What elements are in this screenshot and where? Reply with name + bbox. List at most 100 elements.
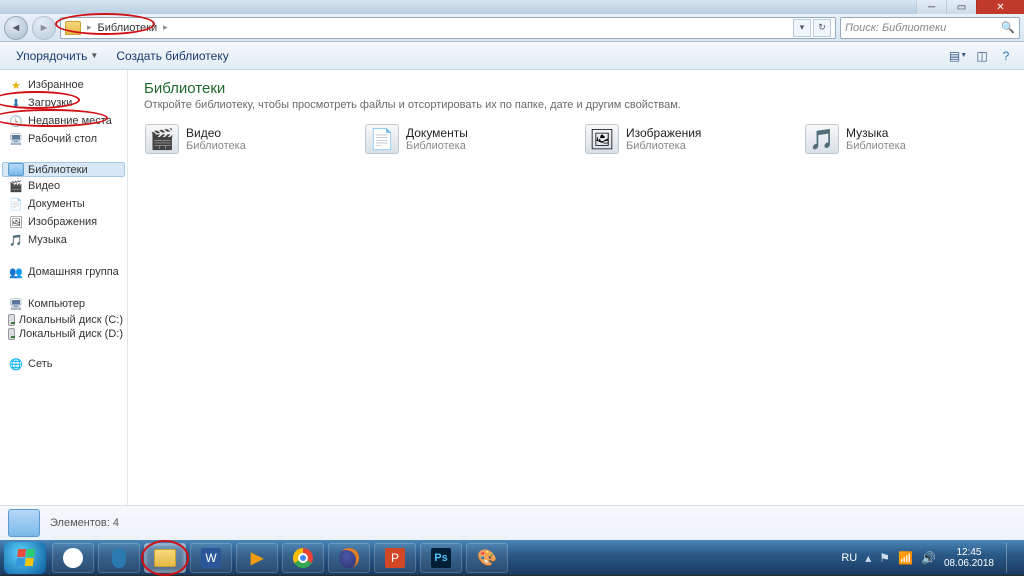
paint-icon: 🎨 (477, 548, 497, 568)
star-icon: ★ (8, 77, 24, 93)
sidebar-homegroup[interactable]: 👥Домашняя группа (2, 263, 125, 281)
library-icon: 📄 (364, 121, 400, 157)
downloads-label: Загрузки (28, 97, 72, 109)
taskbar-app-word[interactable]: W (190, 543, 232, 573)
desktop-icon: 🖥 (8, 131, 24, 147)
tray-network-icon[interactable]: 📶 (898, 551, 913, 565)
sidebar-favorites[interactable]: ★Избранное (2, 76, 125, 94)
sidebar-recent[interactable]: 🕓Недавние места (2, 112, 125, 130)
firefox-icon (339, 548, 359, 568)
status-bar: Элементов: 4 (0, 505, 1024, 540)
disk-c-label: Локальный диск (C:) (19, 314, 123, 326)
taskbar: W ▶ P Ps 🎨 RU ▴ ⚑ 📶 🔊 12:45 08.06.2018 (0, 540, 1024, 575)
breadcrumb-sep-icon: ▸ (163, 22, 168, 33)
nav-forward-button[interactable]: ► (32, 16, 56, 40)
explorer-window: ─ ▭ ✕ ◄ ► ▸ Библиотеки ▸ ▾ ↻ Поиск: Библ… (0, 0, 1024, 540)
taskbar-app-mic[interactable] (98, 543, 140, 573)
document-icon: 📄 (8, 196, 24, 212)
library-item[interactable]: 🎵МузыкаБиблиотека (804, 121, 984, 157)
mic-icon (112, 548, 126, 568)
library-item-name: Музыка (846, 126, 906, 140)
address-dropdown-button[interactable]: ▾ (793, 19, 811, 37)
sidebar-desktop[interactable]: 🖥 Рабочий стол (2, 130, 125, 148)
tray-chevron-icon[interactable]: ▴ (865, 551, 871, 565)
libraries-icon (8, 163, 24, 176)
explorer-icon (154, 549, 176, 567)
organize-button[interactable]: Упорядочить ▼ (8, 47, 106, 65)
maximize-button[interactable]: ▭ (946, 0, 976, 14)
view-options-button[interactable]: ▤▼ (948, 46, 968, 66)
tray-volume-icon[interactable]: 🔊 (921, 551, 936, 565)
music-label: Музыка (28, 234, 67, 246)
yandex-icon (63, 548, 83, 568)
sidebar-disk-c[interactable]: Локальный диск (C:) (2, 313, 125, 327)
photoshop-icon: Ps (431, 548, 451, 568)
video-label: Видео (28, 180, 60, 192)
system-tray: RU ▴ ⚑ 📶 🔊 12:45 08.06.2018 (841, 543, 1020, 573)
close-button[interactable]: ✕ (976, 0, 1024, 14)
library-item[interactable]: 🎬ВидеоБиблиотека (144, 121, 324, 157)
page-title: Библиотеки (144, 80, 1008, 97)
language-indicator[interactable]: RU (841, 552, 857, 564)
libraries-label: Библиотеки (28, 164, 88, 176)
clock-date: 08.06.2018 (944, 558, 994, 569)
library-item[interactable]: 🖼 ИзображенияБиблиотека (584, 121, 764, 157)
sidebar-music[interactable]: 🎵 Музыка (2, 231, 125, 249)
drive-icon (8, 314, 15, 326)
minimize-button[interactable]: ─ (916, 0, 946, 14)
start-button[interactable] (4, 542, 46, 574)
desktop-label: Рабочий стол (28, 133, 97, 145)
help-button[interactable]: ? (996, 46, 1016, 66)
show-desktop-button[interactable] (1006, 543, 1016, 573)
preview-pane-button[interactable]: ◫ (972, 46, 992, 66)
download-icon: ⬇ (8, 95, 24, 111)
pictures-label: Изображения (28, 216, 97, 228)
library-item-sub: Библиотека (186, 140, 246, 152)
powerpoint-icon: P (385, 548, 405, 568)
network-label: Сеть (28, 358, 52, 370)
search-input[interactable]: Поиск: Библиотеки 🔍 (840, 17, 1020, 39)
search-placeholder: Поиск: Библиотеки (845, 22, 946, 34)
taskbar-app-yandex[interactable] (52, 543, 94, 573)
nav-back-button[interactable]: ◄ (4, 16, 28, 40)
taskbar-app-photoshop[interactable]: Ps (420, 543, 462, 573)
taskbar-app-chrome[interactable] (282, 543, 324, 573)
taskbar-app-powerpoint[interactable]: P (374, 543, 416, 573)
taskbar-app-wmp[interactable]: ▶ (236, 543, 278, 573)
sidebar-network[interactable]: 🌐Сеть (2, 355, 125, 373)
library-item-sub: Библиотека (626, 140, 701, 152)
clock-time: 12:45 (944, 547, 994, 558)
video-icon: 🎬 (8, 178, 24, 194)
navigation-pane: ★Избранное ⬇ Загрузки 🕓Недавние места 🖥 Ра… (0, 70, 128, 505)
breadcrumb-libraries[interactable]: Библиотеки (98, 22, 158, 34)
titlebar: ─ ▭ ✕ (0, 0, 1024, 14)
clock[interactable]: 12:45 08.06.2018 (944, 547, 994, 569)
address-row: ◄ ► ▸ Библиотеки ▸ ▾ ↻ Поиск: Библиотеки… (0, 14, 1024, 42)
taskbar-app-paint[interactable]: 🎨 (466, 543, 508, 573)
sidebar-pictures[interactable]: 🖼 Изображения (2, 213, 125, 231)
sidebar-computer[interactable]: 🖥Компьютер (2, 295, 125, 313)
status-icon (8, 509, 40, 537)
new-library-label: Создать библиотеку (116, 49, 228, 63)
sidebar-video[interactable]: 🎬 Видео (2, 177, 125, 195)
music-icon: 🎵 (8, 232, 24, 248)
organize-label: Упорядочить (16, 49, 87, 63)
refresh-button[interactable]: ↻ (813, 19, 831, 37)
sidebar-downloads[interactable]: ⬇ Загрузки (2, 94, 125, 112)
sidebar-documents[interactable]: 📄 Документы (2, 195, 125, 213)
sidebar-libraries[interactable]: Библиотеки (2, 162, 125, 177)
library-icon: 🎬 (144, 121, 180, 157)
documents-label: Документы (28, 198, 85, 210)
pictures-icon: 🖼 (8, 214, 24, 230)
library-icon: 🖼 (584, 121, 620, 157)
address-bar[interactable]: ▸ Библиотеки ▸ ▾ ↻ (60, 17, 836, 39)
page-subtitle: Откройте библиотеку, чтобы просмотреть ф… (144, 99, 1008, 111)
taskbar-app-explorer[interactable] (144, 543, 186, 573)
taskbar-app-firefox[interactable] (328, 543, 370, 573)
library-item[interactable]: 📄ДокументыБиблиотека (364, 121, 544, 157)
new-library-button[interactable]: Создать библиотеку (108, 47, 236, 65)
library-item-name: Изображения (626, 126, 701, 140)
computer-icon: 🖥 (8, 296, 24, 312)
sidebar-disk-d[interactable]: Локальный диск (D:) (2, 327, 125, 341)
tray-flag-icon[interactable]: ⚑ (879, 551, 890, 565)
